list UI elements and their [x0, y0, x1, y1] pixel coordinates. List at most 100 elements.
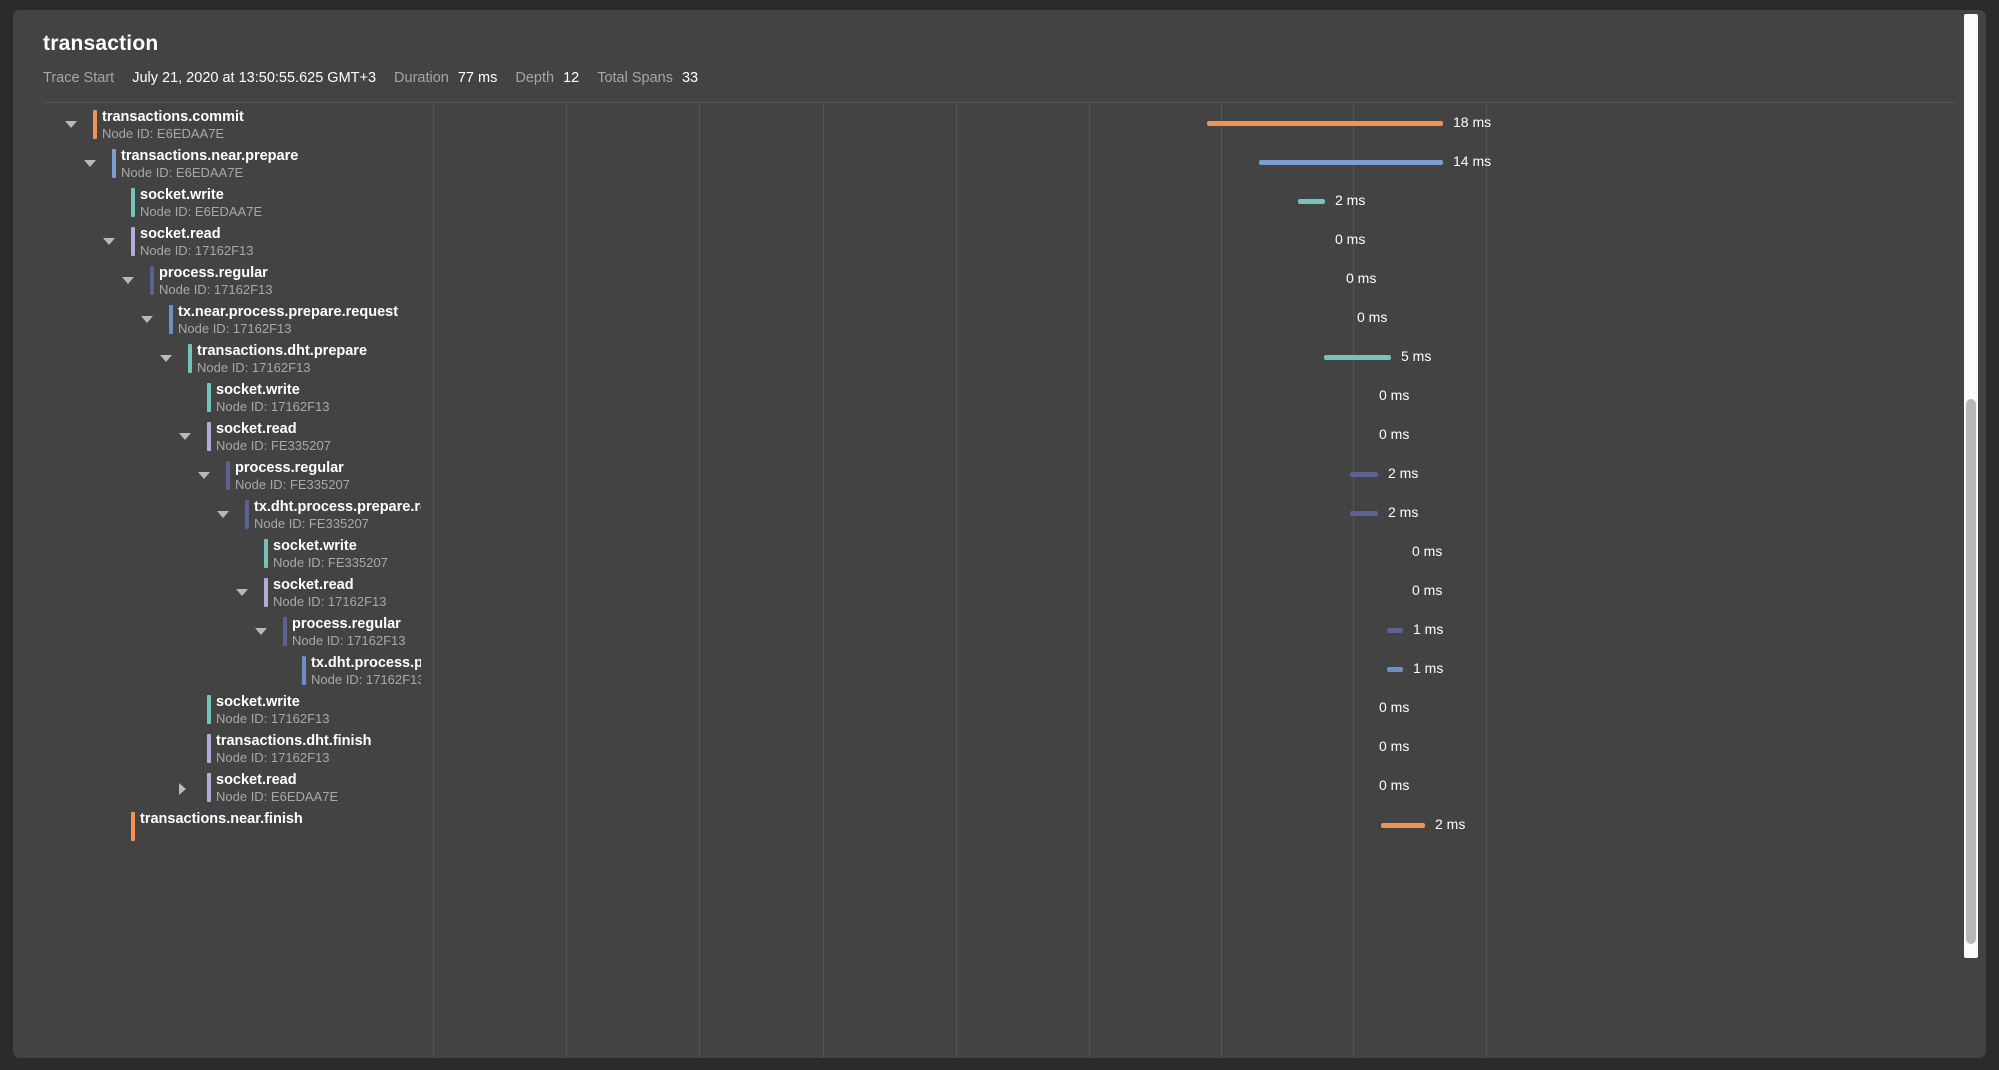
chevron-down-icon[interactable]: [217, 511, 229, 518]
span-row[interactable]: transactions.dht.prepare Node ID: 17162F1…: [13, 338, 1986, 377]
span-name: transactions.near.finish: [140, 811, 303, 827]
chevron-down-icon[interactable]: [141, 316, 153, 323]
chevron-down-icon[interactable]: [160, 355, 172, 362]
span-row-tree-cell: socket.write Node ID: E6EDAA7E: [13, 182, 421, 221]
span-row[interactable]: socket.write Node ID: 17162F13 0 ms: [13, 377, 1986, 416]
span-node-id: Node ID: FE335207: [273, 555, 388, 570]
chevron-down-icon[interactable]: [179, 433, 191, 440]
span-node-id: Node ID: 17162F13: [292, 633, 406, 648]
duration-label: 2 ms: [1388, 504, 1419, 520]
duration-label: 2 ms: [1335, 192, 1366, 208]
span-labels: tx.dht.process.prepare.reNode ID: 17162F…: [311, 650, 421, 688]
span-color-marker: [207, 734, 211, 763]
span-row-tree-cell: socket.write Node ID: FE335207: [13, 533, 421, 572]
span-row[interactable]: transactions.dht.finish Node ID: 17162F13…: [13, 728, 1986, 767]
chevron-down-icon[interactable]: [255, 628, 267, 635]
duration-label: 0 ms: [1379, 777, 1410, 793]
chevron-down-icon[interactable]: [103, 238, 115, 245]
span-row[interactable]: tx.near.process.prepare.request Node ID: …: [13, 299, 1986, 338]
span-color-marker: [131, 227, 135, 256]
chevron-down-icon[interactable]: [84, 160, 96, 167]
span-row[interactable]: socket.read Node ID: FE335207 0 ms: [13, 416, 1986, 455]
span-name: socket.write: [216, 694, 300, 710]
span-color-marker: [188, 344, 192, 373]
span-row[interactable]: socket.write Node ID: 17162F13 0 ms: [13, 689, 1986, 728]
span-color-marker: [131, 812, 135, 841]
span-node-id: Node ID: 17162F13: [216, 399, 330, 414]
span-duration-track: 2 ms: [421, 455, 1986, 494]
span-color-marker: [283, 617, 287, 646]
span-labels: process.regular Node ID: 17162F13: [292, 611, 405, 649]
span-row-tree-cell: socket.write Node ID: 17162F13: [13, 689, 421, 728]
duration-label: 0 ms: [1379, 699, 1410, 715]
span-row-tree-cell: transactions.dht.finish Node ID: 17162F13: [13, 728, 421, 767]
span-name: socket.write: [273, 538, 357, 554]
chevron-right-icon[interactable]: [179, 783, 186, 795]
duration-bar: [1298, 199, 1325, 204]
duration-bar: [1207, 121, 1443, 126]
span-row[interactable]: socket.read Node ID: 17162F13 0 ms: [13, 221, 1986, 260]
span-labels: tx.near.process.prepare.request Node ID: …: [178, 299, 398, 337]
span-row[interactable]: process.regular Node ID: 17162F13 0 ms: [13, 260, 1986, 299]
span-color-marker: [207, 383, 211, 412]
span-row[interactable]: transactions.near.finish 2 ms: [13, 806, 1986, 845]
span-row[interactable]: socket.read Node ID: E6EDAA7E 0 ms: [13, 767, 1986, 806]
span-row[interactable]: tx.dht.process.prepare.req Node ID: FE335…: [13, 494, 1986, 533]
span-node-id: Node ID: 17162F13: [140, 243, 254, 258]
span-duration-track: 18 ms: [421, 104, 1986, 143]
span-row-tree-cell: transactions.near.prepare Node ID: E6EDAA…: [13, 143, 421, 182]
span-duration-track: 0 ms: [421, 299, 1986, 338]
span-color-marker: [207, 773, 211, 802]
duration-label: 14 ms: [1453, 153, 1492, 169]
span-row[interactable]: socket.write Node ID: FE335207 0 ms: [13, 533, 1986, 572]
duration-label: 18 ms: [1453, 114, 1492, 130]
span-name: socket.read: [216, 421, 297, 437]
span-duration-track: 0 ms: [421, 260, 1986, 299]
span-name: socket.read: [273, 577, 354, 593]
trace-waterfall: transactions.commit Node ID: E6EDAA7E 18 m…: [13, 104, 1986, 1058]
span-duration-track: 0 ms: [421, 416, 1986, 455]
span-node-id: Node ID: 17162F13: [216, 711, 330, 726]
span-labels: transactions.dht.prepare Node ID: 17162F1…: [197, 338, 367, 376]
span-row[interactable]: process.regular Node ID: 17162F13 1 ms: [13, 611, 1986, 650]
span-row[interactable]: transactions.commit Node ID: E6EDAA7E 18 m…: [13, 104, 1986, 143]
span-duration-track: 0 ms: [421, 533, 1986, 572]
span-row[interactable]: process.regular Node ID: FE335207 2 ms: [13, 455, 1986, 494]
chevron-down-icon[interactable]: [236, 589, 248, 596]
span-duration-track: 14 ms: [421, 143, 1986, 182]
span-color-marker: [150, 266, 154, 295]
span-node-id: Node ID: E6EDAA7E: [216, 789, 339, 804]
span-labels: socket.write Node ID: 17162F13: [216, 377, 329, 415]
span-name: transactions.commit: [102, 109, 244, 125]
span-name: transactions.dht.finish: [216, 733, 372, 749]
span-duration-track: 0 ms: [421, 221, 1986, 260]
duration-label: 2 ms: [1388, 465, 1419, 481]
chevron-down-icon[interactable]: [198, 472, 210, 479]
span-color-marker: [131, 188, 135, 217]
span-labels: socket.write Node ID: 17162F13: [216, 689, 329, 727]
span-duration-track: 2 ms: [421, 806, 1986, 845]
span-duration-track: 0 ms: [421, 767, 1986, 806]
span-row[interactable]: transactions.near.prepare Node ID: E6EDAA…: [13, 143, 1986, 182]
page-title: transaction: [43, 32, 159, 55]
span-duration-track: 1 ms: [421, 611, 1986, 650]
span-duration-track: 0 ms: [421, 689, 1986, 728]
span-color-marker: [302, 656, 306, 685]
span-duration-track: 2 ms: [421, 494, 1986, 533]
duration-label: 0 ms: [1335, 231, 1366, 247]
trace-start-value: July 21, 2020 at 13:50:55.625 GMT+3: [132, 70, 377, 86]
scrollbar-thumb[interactable]: [1966, 399, 1976, 944]
span-color-marker: [245, 500, 249, 529]
span-row[interactable]: socket.read Node ID: 17162F13 0 ms: [13, 572, 1986, 611]
vertical-scrollbar[interactable]: [1964, 14, 1978, 958]
duration-label: Duration: [394, 70, 449, 86]
chevron-down-icon[interactable]: [122, 277, 134, 284]
span-row[interactable]: tx.dht.process.prepare.reNode ID: 17162F…: [13, 650, 1986, 689]
chevron-down-icon[interactable]: [65, 121, 77, 128]
span-color-marker: [207, 695, 211, 724]
span-row[interactable]: socket.write Node ID: E6EDAA7E 2 ms: [13, 182, 1986, 221]
span-name: tx.near.process.prepare.request: [178, 304, 399, 320]
span-row-tree-cell: socket.read Node ID: 17162F13: [13, 572, 421, 611]
span-duration-track: 2 ms: [421, 182, 1986, 221]
span-labels: socket.read Node ID: 17162F13: [273, 572, 386, 610]
